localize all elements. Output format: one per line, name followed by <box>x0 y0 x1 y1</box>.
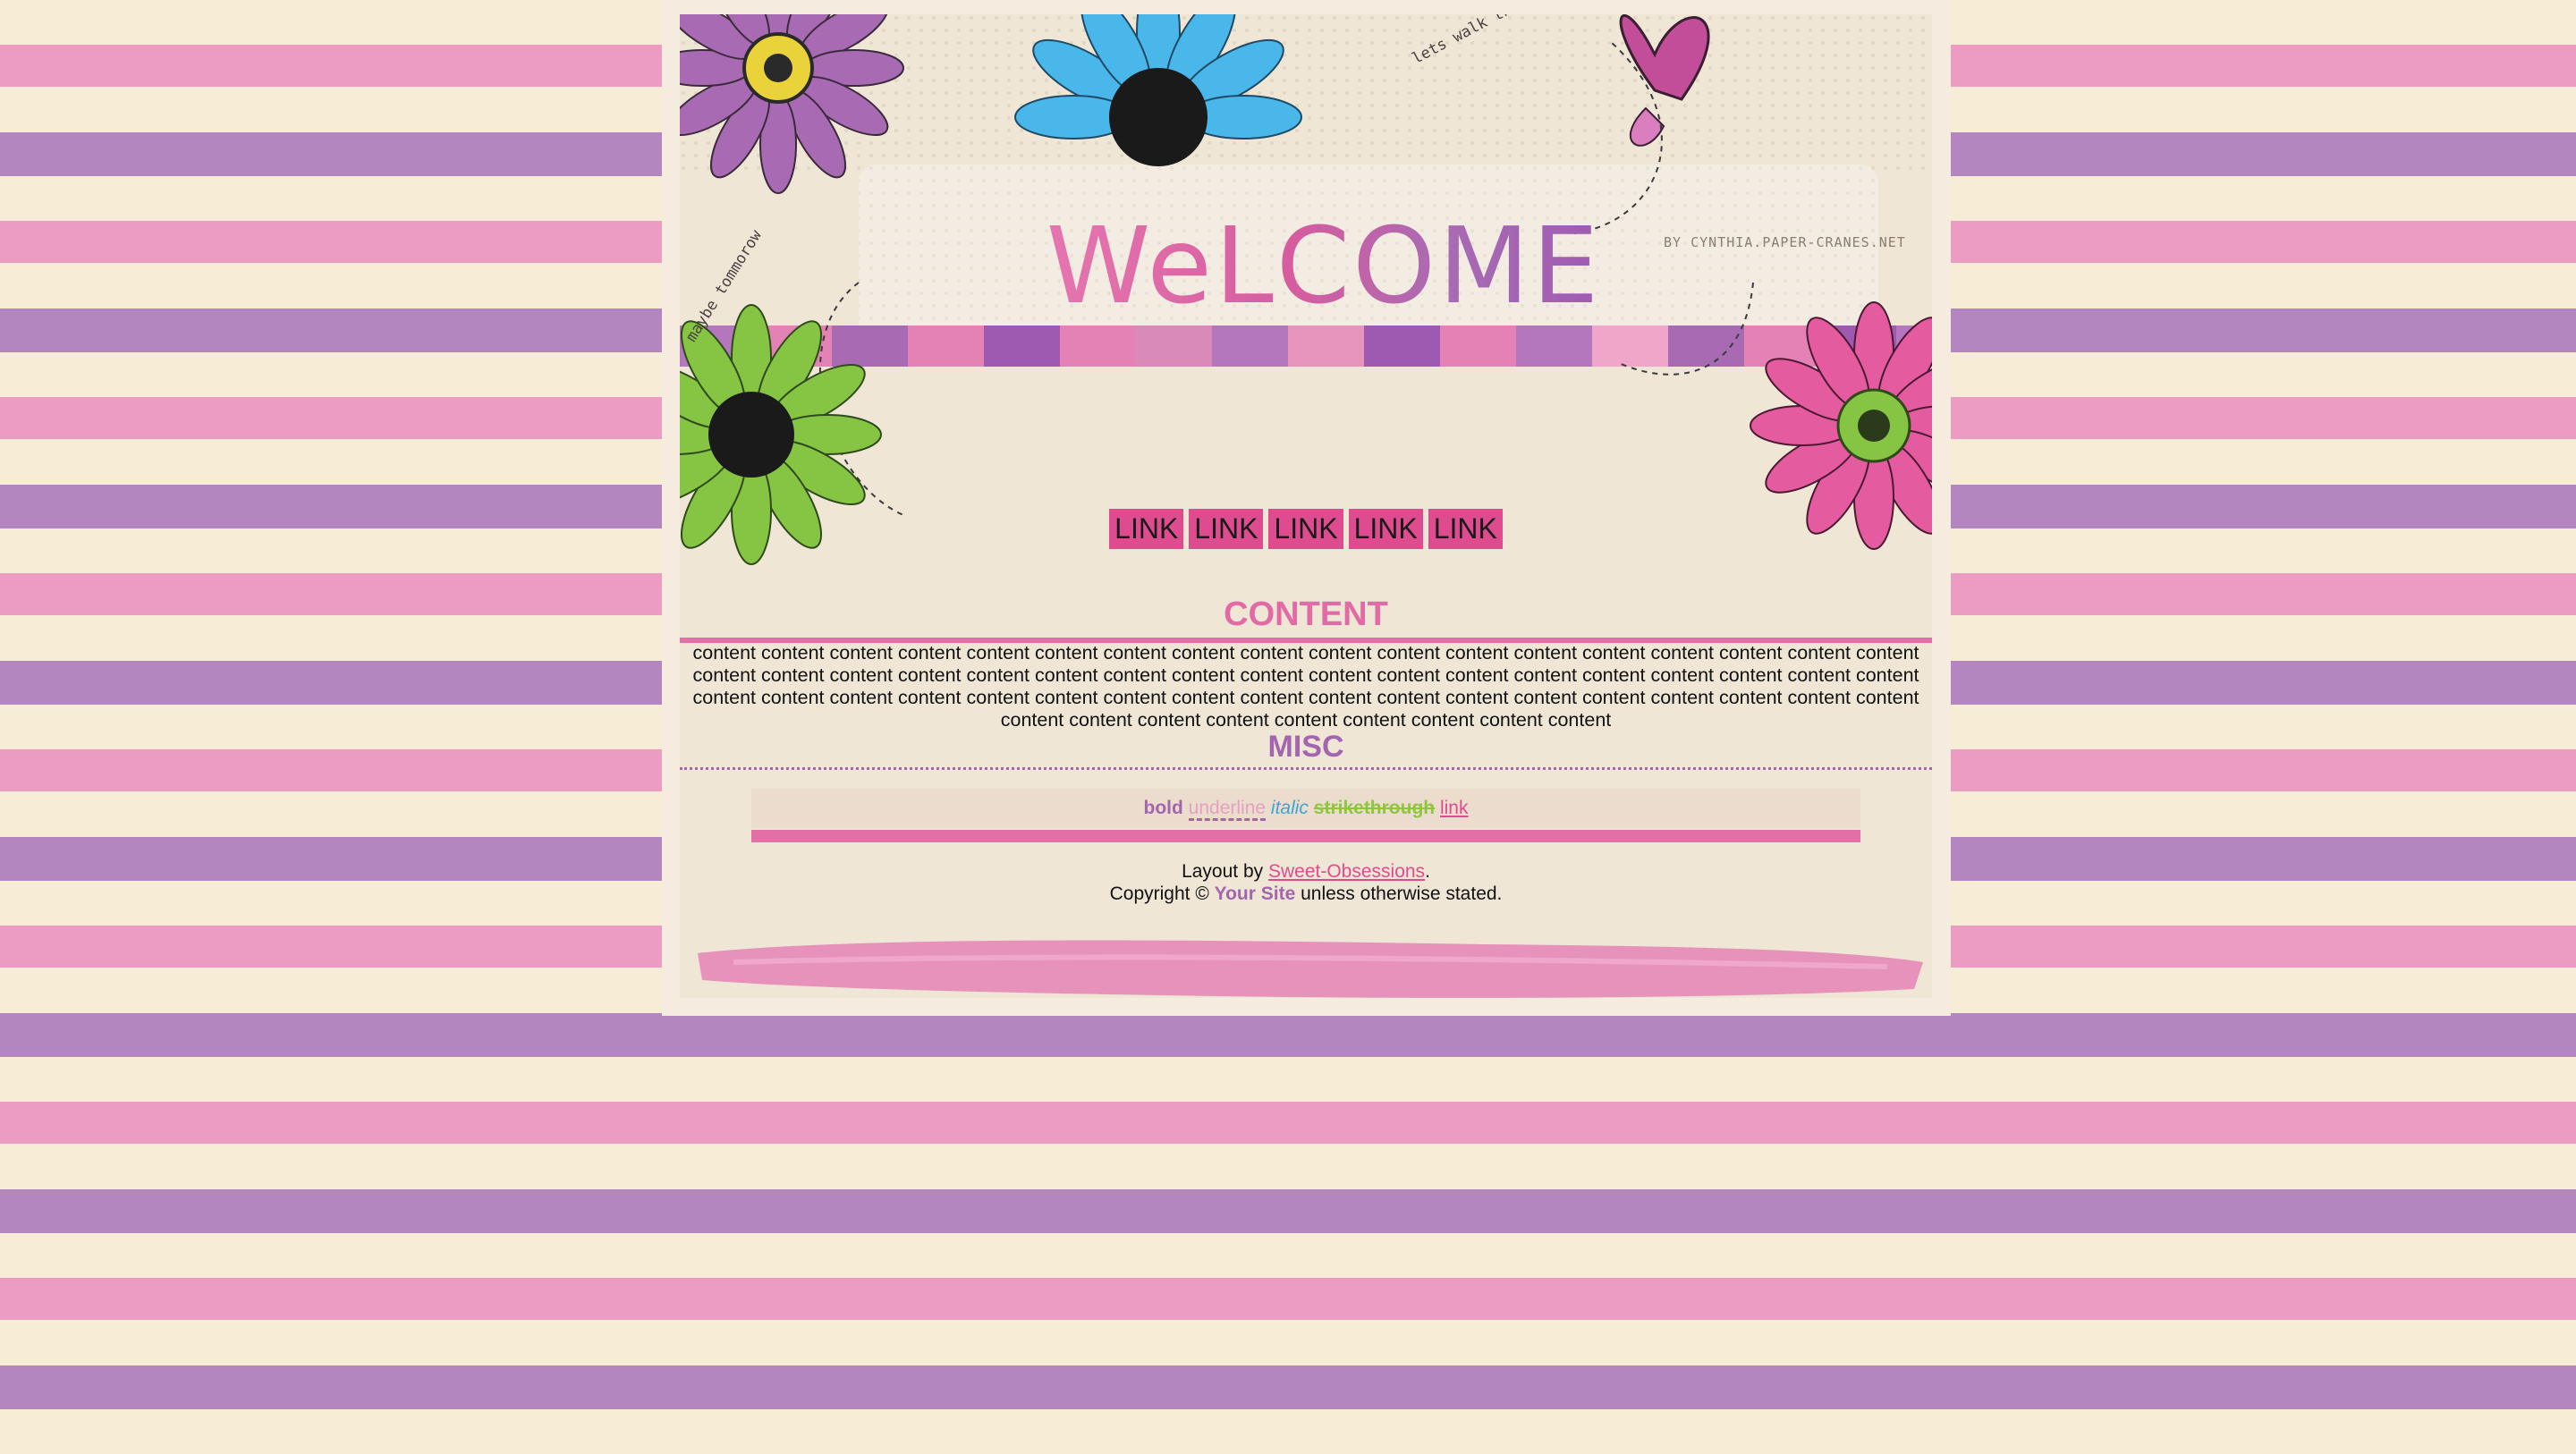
misc-heading: MISC <box>1267 730 1344 764</box>
layout-credit-link[interactable]: Sweet-Obsessions <box>1268 861 1425 882</box>
copyright-line: Copyright © Your Site unless otherwise s… <box>680 883 1932 905</box>
layout-credit-suffix: . <box>1425 861 1430 882</box>
layout-credit-prefix: Layout by <box>1182 861 1268 882</box>
nav-bar: LINK LINK LINK LINK LINK <box>680 509 1932 549</box>
nav-link-2[interactable]: LINK <box>1189 509 1264 549</box>
misc-bold: bold <box>1143 798 1183 818</box>
nav-link-4[interactable]: LINK <box>1348 509 1423 549</box>
footer-brush-stroke <box>698 940 1923 998</box>
header-credit: BY CYNTHIA.PAPER-CRANES.NET <box>1664 234 1906 250</box>
misc-divider <box>680 767 1932 770</box>
nav-link-3[interactable]: LINK <box>1268 509 1343 549</box>
site-name: Your Site <box>1214 883 1296 904</box>
footer: Layout by Sweet-Obsessions. Copyright © … <box>680 860 1932 905</box>
nav-link-5[interactable]: LINK <box>1428 509 1503 549</box>
copyright-prefix: Copyright © <box>1109 883 1215 904</box>
content-body: content content content content content … <box>692 642 1919 731</box>
copyright-suffix: unless otherwise stated. <box>1295 883 1503 904</box>
misc-styles-box: bold underline italic strikethrough link <box>751 789 1860 828</box>
misc-bar <box>751 830 1860 842</box>
misc-strikethrough: strikethrough <box>1313 798 1436 818</box>
ribbon-stripe <box>680 325 1932 367</box>
nav-link-1[interactable]: LINK <box>1109 509 1184 549</box>
layout-container: WeLCOME BY CYNTHIA.PAPER-CRANES.NET lets… <box>680 14 1932 998</box>
content-heading: CONTENT <box>1224 596 1388 633</box>
welcome-heading: WeLCOME <box>1020 204 1628 327</box>
misc-link[interactable]: link <box>1440 798 1469 818</box>
misc-underline: underline <box>1188 798 1267 821</box>
misc-italic: italic <box>1270 798 1309 818</box>
layout-credit-line: Layout by Sweet-Obsessions. <box>680 860 1932 883</box>
